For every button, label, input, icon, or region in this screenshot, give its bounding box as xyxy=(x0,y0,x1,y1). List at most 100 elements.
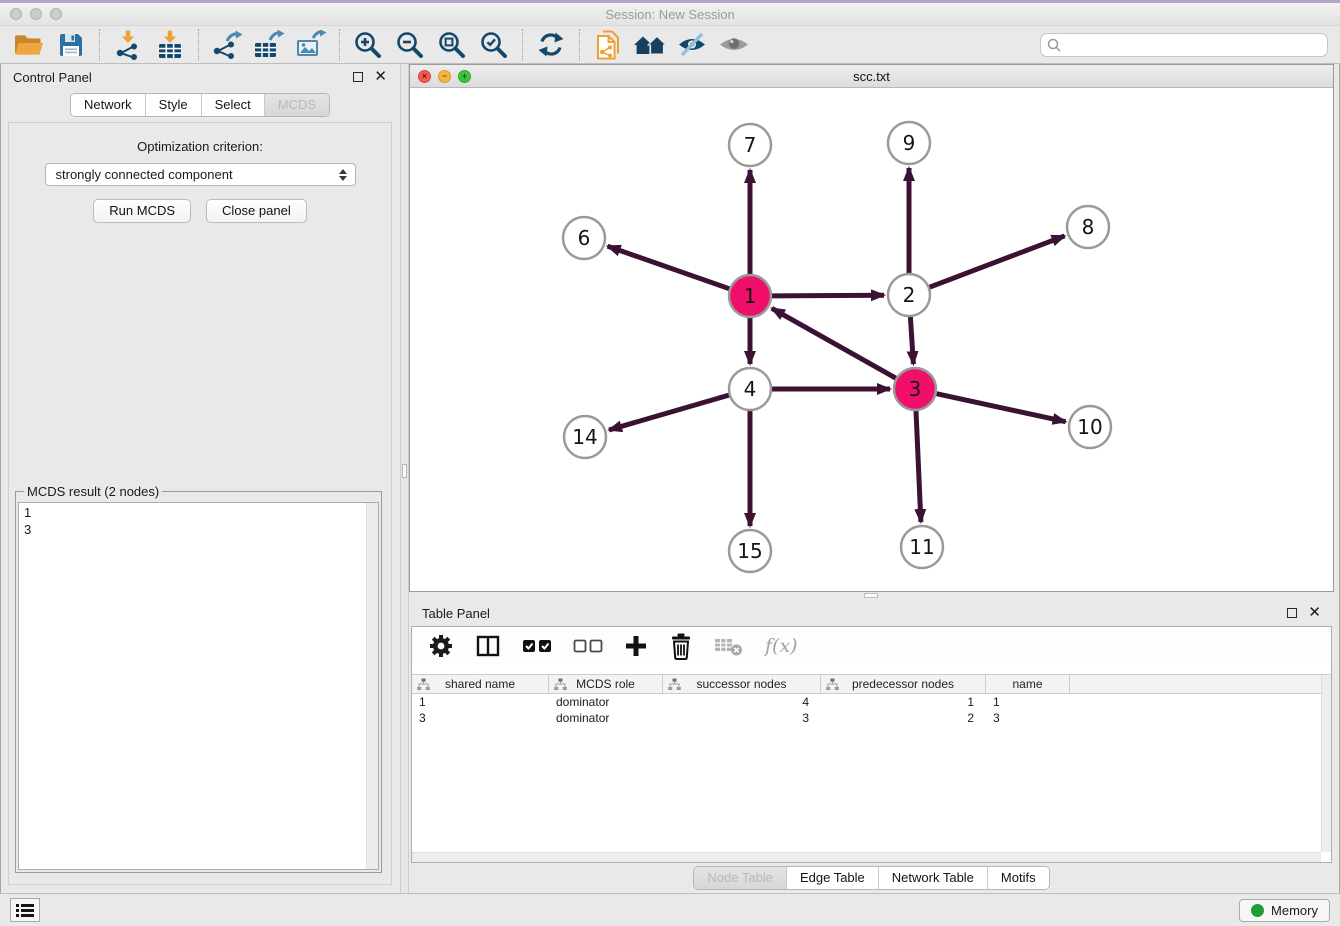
show-graphics-details-button[interactable] xyxy=(713,28,755,62)
gear-icon xyxy=(428,633,454,659)
table-tabs: Node TableEdge TableNetwork TableMotifs xyxy=(693,866,1049,890)
column-header-predecessor-nodes[interactable]: predecessor nodes xyxy=(821,675,986,693)
result-scrollbar[interactable] xyxy=(366,503,378,869)
node-label: 15 xyxy=(737,539,762,563)
graph-edge-3-10[interactable] xyxy=(937,394,1066,422)
select-all-button[interactable] xyxy=(522,637,552,655)
traffic-lights: × − + xyxy=(418,70,471,83)
graph-edge-1-2[interactable] xyxy=(772,295,884,296)
mcds-result-text[interactable]: 1 3 xyxy=(18,502,379,870)
close-view-button[interactable]: × xyxy=(418,70,431,83)
search-icon xyxy=(1046,37,1062,53)
table-row[interactable]: 3dominator323 xyxy=(412,710,1331,726)
column-header-shared-name[interactable]: shared name xyxy=(412,675,549,693)
table-tab-motifs[interactable]: Motifs xyxy=(987,867,1049,889)
mcds-tab-content: Optimization criterion: strongly connect… xyxy=(8,122,392,885)
maximize-view-button[interactable]: + xyxy=(458,70,471,83)
import-table-button[interactable] xyxy=(149,28,191,62)
table-tab-node-table[interactable]: Node Table xyxy=(694,867,786,889)
graph-edge-2-8[interactable] xyxy=(930,236,1065,287)
network-canvas[interactable]: 7 9 6 8 1 2 4 3 14 10 15 11 xyxy=(410,88,1333,591)
graph-node-6[interactable]: 6 xyxy=(563,217,605,259)
tab-style[interactable]: Style xyxy=(145,94,201,116)
tab-network[interactable]: Network xyxy=(71,94,145,116)
zoom-selected-button[interactable] xyxy=(473,28,515,62)
control-panel-header: Control Panel ✕ xyxy=(0,64,400,90)
import-network-button[interactable] xyxy=(107,28,149,62)
graph-node-10[interactable]: 10 xyxy=(1069,406,1111,448)
delete-column-button[interactable] xyxy=(669,632,693,660)
memory-button[interactable]: Memory xyxy=(1239,899,1330,922)
graph-node-8[interactable]: 8 xyxy=(1067,206,1109,248)
attribute-tree-icon xyxy=(826,678,839,691)
export-table-button[interactable] xyxy=(248,28,290,62)
toolbar-separator xyxy=(522,29,523,61)
criterion-select[interactable]: strongly connected component xyxy=(45,163,356,186)
graph-node-4[interactable]: 4 xyxy=(729,368,771,410)
search-input[interactable] xyxy=(1040,33,1328,57)
graph-edge-3-1[interactable] xyxy=(772,308,896,378)
graph-node-9[interactable]: 9 xyxy=(888,122,930,164)
tab-mcds[interactable]: MCDS xyxy=(264,94,329,116)
graph-edge-2-3[interactable] xyxy=(910,317,913,364)
table-panel-header: Table Panel ✕ xyxy=(409,600,1334,626)
node-label: 11 xyxy=(909,535,934,559)
folder-open-icon xyxy=(14,32,44,58)
column-header-MCDS-role[interactable]: MCDS role xyxy=(549,675,663,693)
table-rows: 1dominator4113dominator323 xyxy=(412,694,1331,726)
minimize-view-button[interactable]: − xyxy=(438,70,451,83)
graph-node-1[interactable]: 1 xyxy=(729,275,771,317)
save-session-button[interactable] xyxy=(50,28,92,62)
graph-node-14[interactable]: 14 xyxy=(564,416,606,458)
tab-select[interactable]: Select xyxy=(201,94,264,116)
graph-edge-1-6[interactable] xyxy=(608,246,730,289)
graph-node-3[interactable]: 3 xyxy=(894,368,936,410)
column-header-name[interactable]: name xyxy=(986,675,1070,693)
show-column-button[interactable] xyxy=(475,633,501,659)
float-panel-icon[interactable] xyxy=(353,72,363,82)
deselect-all-button[interactable] xyxy=(573,637,603,655)
graph-edge-3-11[interactable] xyxy=(916,411,921,522)
delete-table-button[interactable] xyxy=(714,635,744,657)
graph-node-15[interactable]: 15 xyxy=(729,530,771,572)
document-share-icon xyxy=(594,30,622,60)
table-row[interactable]: 1dominator411 xyxy=(412,694,1331,710)
export-network-icon xyxy=(211,30,243,60)
column-header-successor-nodes[interactable]: successor nodes xyxy=(663,675,821,693)
close-panel-icon[interactable]: ✕ xyxy=(374,72,387,82)
table-settings-button[interactable] xyxy=(428,633,454,659)
zoom-out-button[interactable] xyxy=(389,28,431,62)
close-panel-icon[interactable]: ✕ xyxy=(1308,608,1321,618)
graph-node-7[interactable]: 7 xyxy=(729,124,771,166)
task-history-button[interactable] xyxy=(10,898,40,922)
zoom-fit-button[interactable] xyxy=(431,28,473,62)
function-builder-button[interactable]: f(x) xyxy=(765,635,798,657)
table-horizontal-scrollbar[interactable] xyxy=(412,852,1321,862)
export-image-button[interactable] xyxy=(290,28,332,62)
close-window-button[interactable] xyxy=(10,8,22,20)
float-panel-icon[interactable] xyxy=(1287,608,1297,618)
graph-edge-4-14[interactable] xyxy=(609,395,729,430)
splitter-grip[interactable] xyxy=(402,464,407,478)
function-icon: f(x) xyxy=(765,635,798,657)
close-panel-button[interactable]: Close panel xyxy=(206,199,307,223)
home-button[interactable] xyxy=(629,28,671,62)
hide-graphics-details-button[interactable] xyxy=(671,28,713,62)
run-mcds-button[interactable]: Run MCDS xyxy=(93,199,191,223)
table-tab-edge-table[interactable]: Edge Table xyxy=(786,867,878,889)
export-network-button[interactable] xyxy=(206,28,248,62)
vertical-splitter[interactable] xyxy=(400,64,409,893)
splitter-grip[interactable] xyxy=(864,593,878,598)
open-file-button[interactable] xyxy=(8,28,50,62)
graph-node-11[interactable]: 11 xyxy=(901,526,943,568)
zoom-in-button[interactable] xyxy=(347,28,389,62)
new-network-from-selection-button[interactable] xyxy=(587,28,629,62)
horizontal-splitter[interactable] xyxy=(409,592,1334,600)
table-tab-network-table[interactable]: Network Table xyxy=(878,867,987,889)
zoom-window-button[interactable] xyxy=(50,8,62,20)
table-vertical-scrollbar[interactable] xyxy=(1321,675,1331,852)
graph-node-2[interactable]: 2 xyxy=(888,274,930,316)
refresh-layout-button[interactable] xyxy=(530,28,572,62)
minimize-window-button[interactable] xyxy=(30,8,42,20)
add-column-button[interactable] xyxy=(624,634,648,658)
